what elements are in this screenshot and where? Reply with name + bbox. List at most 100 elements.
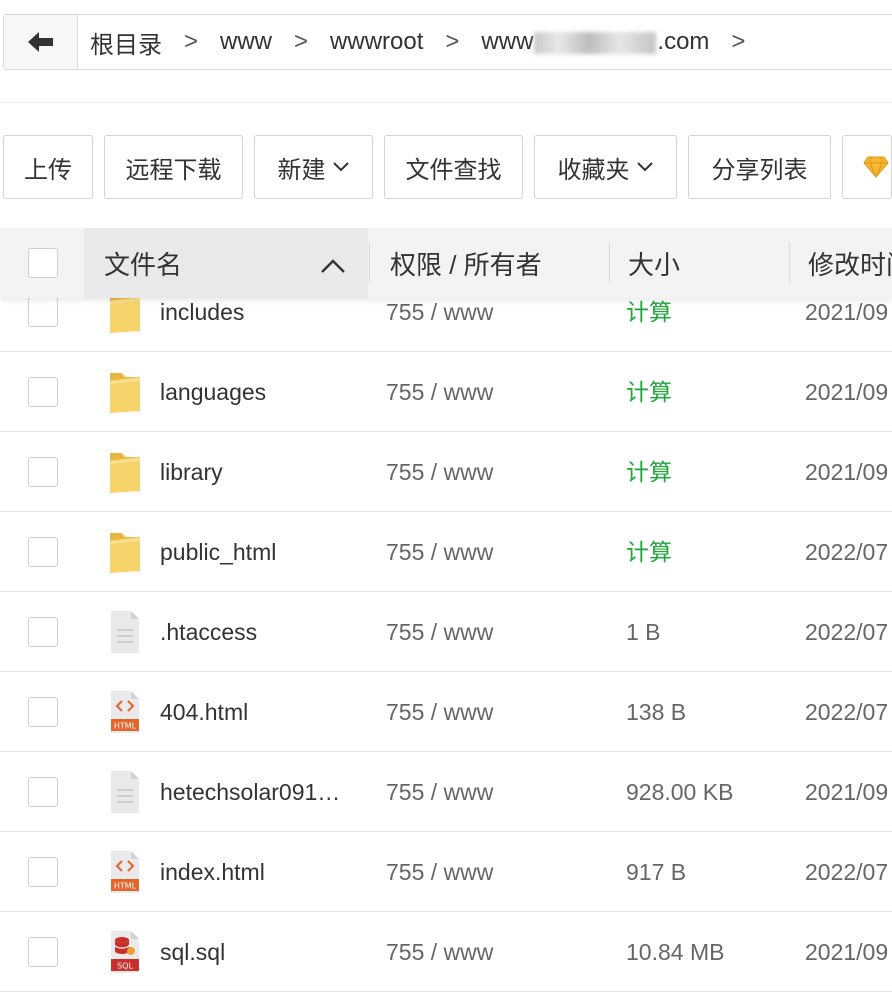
favorites-label: 收藏夹 bbox=[557, 156, 630, 184]
toolbar: 上传 远程下载 新建 文件查找 收藏夹 分享列表 bbox=[3, 135, 892, 199]
text-file-icon bbox=[108, 769, 142, 815]
table-row[interactable]: public_html 755 / www 计算 2022/07 bbox=[0, 512, 892, 592]
file-permission[interactable]: 755 / www bbox=[386, 752, 493, 832]
table-row[interactable]: .htaccess 755 / www 1 B 2022/07 bbox=[0, 592, 892, 672]
crumb-separator: > bbox=[184, 28, 199, 55]
file-size: 138 B bbox=[626, 699, 687, 725]
calculate-size-link[interactable]: 计算 bbox=[626, 432, 672, 512]
crumb-root[interactable]: 根目录 bbox=[90, 25, 162, 60]
file-modified-date: 2022/07 bbox=[805, 699, 889, 725]
file-name[interactable]: sql.sql bbox=[160, 912, 225, 992]
file-permission[interactable]: 755 / www bbox=[386, 512, 493, 592]
select-all-cell bbox=[28, 228, 58, 298]
column-name[interactable]: 文件名 bbox=[104, 228, 368, 298]
crumb-separator: > bbox=[445, 28, 460, 55]
html-badge-text: HTML bbox=[114, 722, 137, 731]
row-checkbox[interactable] bbox=[28, 857, 58, 887]
share-list-label: 分享列表 bbox=[711, 156, 808, 184]
row-checkbox[interactable] bbox=[28, 537, 58, 567]
column-size-label: 大小 bbox=[628, 249, 681, 280]
chevron-up-icon bbox=[321, 259, 345, 273]
new-dropdown-button[interactable]: 新建 bbox=[254, 135, 373, 199]
breadcrumb: 根目录 > www > wwwroot > www .com > bbox=[78, 25, 767, 60]
share-list-button[interactable]: 分享列表 bbox=[688, 135, 831, 199]
file-name[interactable]: public_html bbox=[160, 512, 276, 592]
table-row[interactable]: SQL sql.sql 755 / www 10.84 MB 2021/09 bbox=[0, 912, 892, 992]
calculate-size-link[interactable]: 计算 bbox=[626, 352, 672, 432]
back-button[interactable] bbox=[4, 15, 78, 69]
crumb-domain[interactable]: www .com bbox=[481, 28, 709, 56]
path-bar: 根目录 > www > wwwroot > www .com > bbox=[3, 14, 892, 70]
remote-download-button[interactable]: 远程下载 bbox=[104, 135, 243, 199]
table-row[interactable]: HTML index.html 755 / www 917 B 2022/07 bbox=[0, 832, 892, 912]
file-modified-date: 2022/07 bbox=[805, 539, 889, 565]
folder-icon bbox=[108, 449, 142, 495]
upload-label: 上传 bbox=[24, 156, 72, 184]
file-modified-date: 2021/09 bbox=[805, 379, 889, 405]
remote-download-label: 远程下载 bbox=[125, 156, 222, 184]
column-separator bbox=[789, 242, 790, 284]
column-modified-label: 修改时间 bbox=[808, 249, 892, 280]
column-separator bbox=[369, 242, 370, 284]
row-checkbox[interactable] bbox=[28, 777, 58, 807]
sql-file-icon: SQL bbox=[108, 929, 142, 975]
folder-icon bbox=[108, 529, 142, 575]
file-modified-date: 2022/07 bbox=[805, 619, 889, 645]
file-name[interactable]: .htaccess bbox=[160, 592, 257, 672]
file-modified-date: 2022/07 bbox=[805, 859, 889, 885]
row-checkbox[interactable] bbox=[28, 617, 58, 647]
file-modified-date: 2021/09 bbox=[805, 779, 889, 805]
table-row[interactable]: library 755 / www 计算 2021/09 bbox=[0, 432, 892, 512]
table-row[interactable]: hetechsolar091… 755 / www 928.00 KB 2021/09 bbox=[0, 752, 892, 832]
crumb-separator: > bbox=[731, 28, 746, 55]
calculate-size-link[interactable]: 计算 bbox=[626, 512, 672, 592]
row-checkbox[interactable] bbox=[28, 377, 58, 407]
file-modified-date: 2021/09 bbox=[805, 459, 889, 485]
row-checkbox[interactable] bbox=[28, 297, 58, 327]
file-permission[interactable]: 755 / www bbox=[386, 912, 493, 992]
file-name[interactable]: languages bbox=[160, 352, 266, 432]
file-permission[interactable]: 755 / www bbox=[386, 432, 493, 512]
column-size[interactable]: 大小 bbox=[628, 228, 680, 298]
column-permission[interactable]: 权限 / 所有者 bbox=[390, 228, 542, 298]
file-permission[interactable]: 755 / www bbox=[386, 832, 493, 912]
file-name[interactable]: index.html bbox=[160, 832, 265, 912]
column-permission-label: 权限 / 所有者 bbox=[390, 249, 542, 280]
table-row[interactable]: HTML 404.html 755 / www 138 B 2022/07 bbox=[0, 672, 892, 752]
new-label: 新建 bbox=[277, 156, 326, 184]
file-name[interactable]: library bbox=[160, 432, 223, 512]
blurred-domain bbox=[534, 31, 657, 54]
file-name[interactable]: 404.html bbox=[160, 672, 248, 752]
row-checkbox[interactable] bbox=[28, 937, 58, 967]
select-all-checkbox[interactable] bbox=[28, 248, 58, 278]
chevron-down-icon bbox=[636, 161, 654, 173]
crumb-wwwroot[interactable]: wwwroot bbox=[330, 28, 423, 56]
upload-button[interactable]: 上传 bbox=[3, 135, 93, 199]
domain-suffix: .com bbox=[657, 28, 710, 55]
table-header: 文件名 权限 / 所有者 大小 修改时间 bbox=[0, 228, 892, 298]
file-search-button[interactable]: 文件查找 bbox=[384, 135, 523, 199]
favorites-dropdown-button[interactable]: 收藏夹 bbox=[534, 135, 677, 199]
file-permission[interactable]: 755 / www bbox=[386, 352, 493, 432]
text-file-icon bbox=[108, 609, 142, 655]
crumb-separator: > bbox=[294, 28, 309, 55]
diamond-icon bbox=[863, 156, 889, 178]
column-modified[interactable]: 修改时间 bbox=[808, 228, 892, 298]
file-size: 928.00 KB bbox=[626, 779, 734, 805]
pro-feature-button[interactable] bbox=[842, 135, 892, 199]
column-separator bbox=[609, 242, 610, 284]
column-name-label: 文件名 bbox=[104, 249, 183, 280]
file-size: 10.84 MB bbox=[626, 939, 725, 965]
file-list: includes 755 / www 计算 2021/09 languages 755 /… bbox=[0, 272, 892, 992]
file-size: 917 B bbox=[626, 859, 687, 885]
crumb-www[interactable]: www bbox=[220, 28, 272, 56]
chevron-down-icon bbox=[332, 161, 350, 173]
table-row[interactable]: languages 755 / www 计算 2021/09 bbox=[0, 352, 892, 432]
file-permission[interactable]: 755 / www bbox=[386, 592, 493, 672]
row-checkbox[interactable] bbox=[28, 457, 58, 487]
html-file-icon: HTML bbox=[108, 689, 142, 735]
file-permission[interactable]: 755 / www bbox=[386, 672, 493, 752]
row-checkbox[interactable] bbox=[28, 697, 58, 727]
file-name[interactable]: hetechsolar091… bbox=[160, 752, 340, 832]
file-search-label: 文件查找 bbox=[405, 156, 502, 184]
